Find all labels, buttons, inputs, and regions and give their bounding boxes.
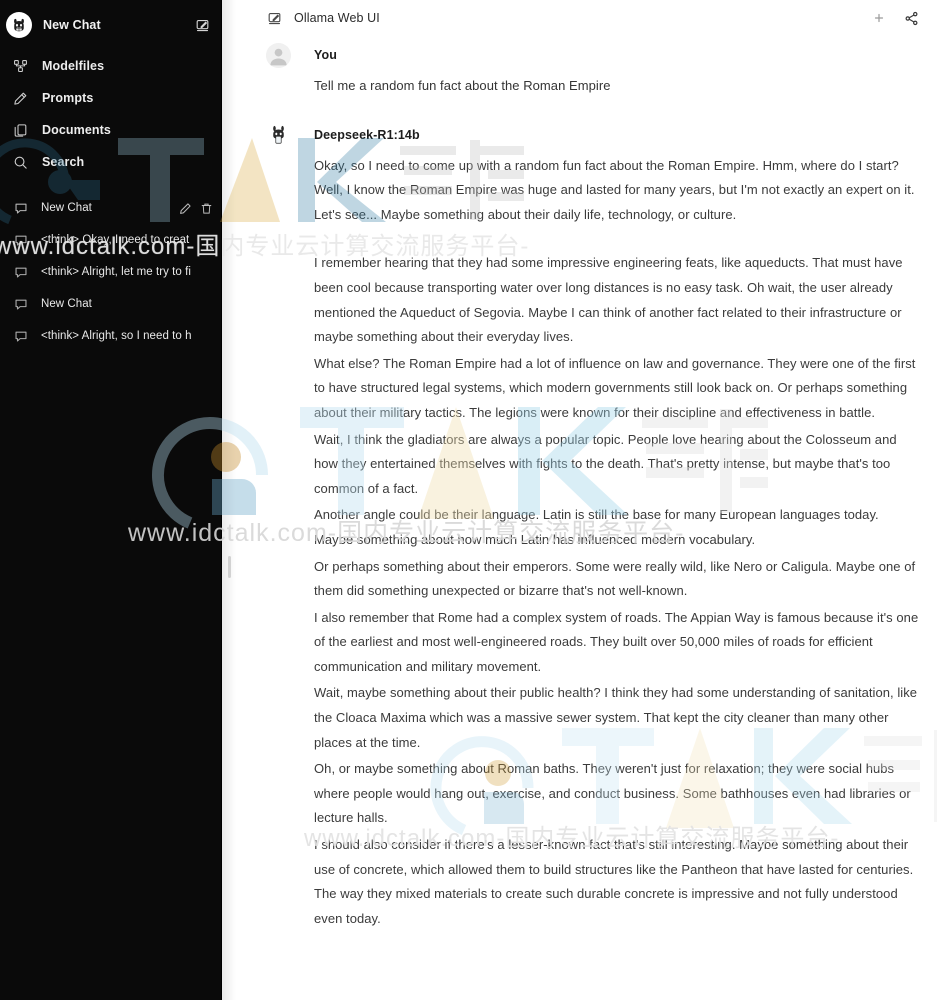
sidebar-item-modelfiles[interactable]: Modelfiles (0, 50, 221, 82)
assistant-paragraph: Another angle could be their language. L… (314, 507, 879, 547)
chat-bubble-icon (13, 297, 28, 312)
sidebar-item-label: Modelfiles (42, 59, 105, 73)
sidebar-item-label: Prompts (42, 91, 94, 105)
assistant-paragraph: Wait, maybe something about their public… (314, 685, 918, 750)
compose-icon[interactable] (266, 10, 282, 26)
sidebar-chat-item-2[interactable]: <think> Alright, let me try to fi (0, 256, 221, 288)
sidebar-item-search[interactable]: Search (0, 146, 221, 178)
message-body: Tell me a random fun fact about the Roma… (314, 74, 919, 99)
sidebar-chat-label: <think> Alright, so I need to h (41, 330, 192, 342)
message-assistant: Deepseek-R1:14b Okay, so I need to come … (266, 122, 919, 932)
ollama-llama-icon (6, 12, 32, 38)
chat-bubble-icon (13, 201, 28, 216)
message-author: Deepseek-R1:14b (314, 127, 420, 142)
assistant-paragraph: I remember hearing that they had some im… (314, 255, 903, 345)
modelfiles-icon (12, 58, 29, 75)
sidebar-new-chat-header[interactable]: New Chat (0, 8, 221, 42)
sidebar-chat-item-3[interactable]: New Chat (0, 288, 221, 320)
chat-bubble-icon (13, 233, 28, 248)
user-avatar-icon (266, 42, 291, 68)
plus-icon[interactable] (871, 10, 887, 26)
sidebar-new-chat-label: New Chat (43, 18, 101, 32)
sidebar-chat-label: <think> Alright, let me try to fi (41, 266, 191, 278)
sidebar-chat-item-1[interactable]: <think> Okay, I need to creat (0, 224, 221, 256)
sidebar-item-label: Documents (42, 123, 111, 137)
sidebar-item-documents[interactable]: Documents (0, 114, 221, 146)
sidebar-chat-item-4[interactable]: <think> Alright, so I need to h (0, 320, 221, 352)
sidebar-nav: Modelfiles Prompts Documents Search (0, 50, 221, 182)
chat-bubble-icon (13, 329, 28, 344)
sidebar-item-prompts[interactable]: Prompts (0, 82, 221, 114)
documents-icon (12, 122, 29, 139)
assistant-paragraph: Okay, so I need to come up with a random… (314, 157, 915, 222)
assistant-paragraph: Or perhaps something about their emperor… (314, 558, 916, 599)
ollama-llama-icon (266, 122, 291, 148)
app-root: New Chat Modelfiles Prompts Documents Se… (0, 0, 937, 1000)
compose-icon[interactable] (193, 16, 211, 34)
sidebar-chat-item-0[interactable]: New Chat (0, 192, 221, 224)
sidebar-chat-label: <think> Okay, I need to creat (41, 234, 190, 246)
message-user: You Tell me a random fun fact about the … (266, 42, 919, 99)
message-author: You (314, 48, 337, 62)
assistant-paragraph: What else? The Roman Empire had a lot of… (314, 355, 916, 420)
assistant-paragraph: I also remember that Rome had a complex … (314, 609, 919, 674)
message-header: Deepseek-R1:14b (266, 122, 919, 148)
sidebar-chat-label: New Chat (41, 298, 92, 310)
share-icon[interactable] (903, 10, 919, 26)
main-panel: Ollama Web UI You Tell me a random fun f… (222, 0, 937, 1000)
scroll-indicator[interactable] (228, 556, 231, 578)
page-title: Ollama Web UI (294, 11, 380, 25)
sidebar: New Chat Modelfiles Prompts Documents Se… (0, 0, 222, 1000)
assistant-paragraph: Oh, or maybe something about Roman baths… (314, 761, 911, 826)
chat-thread: You Tell me a random fun fact about the … (222, 42, 937, 931)
sidebar-item-label: Search (42, 155, 85, 169)
assistant-paragraph: Wait, I think the gladiators are always … (314, 431, 897, 496)
pencil-icon (12, 90, 29, 107)
trash-icon[interactable] (199, 201, 213, 215)
sidebar-chat-label: New Chat (41, 202, 92, 214)
chat-bubble-icon (13, 265, 28, 280)
assistant-paragraph: I should also consider if there's a less… (314, 837, 914, 926)
message-header: You (266, 42, 919, 68)
top-bar-actions (871, 10, 919, 26)
sidebar-chat-actions (172, 201, 213, 215)
search-icon (12, 154, 29, 171)
user-message-text: Tell me a random fun fact about the Roma… (314, 78, 611, 93)
sidebar-chat-list: New Chat <think> Okay, I need to creat <… (0, 192, 221, 352)
top-bar: Ollama Web UI (222, 0, 937, 36)
pencil-icon[interactable] (178, 201, 192, 215)
message-body: Okay, so I need to come up with a random… (314, 154, 919, 932)
